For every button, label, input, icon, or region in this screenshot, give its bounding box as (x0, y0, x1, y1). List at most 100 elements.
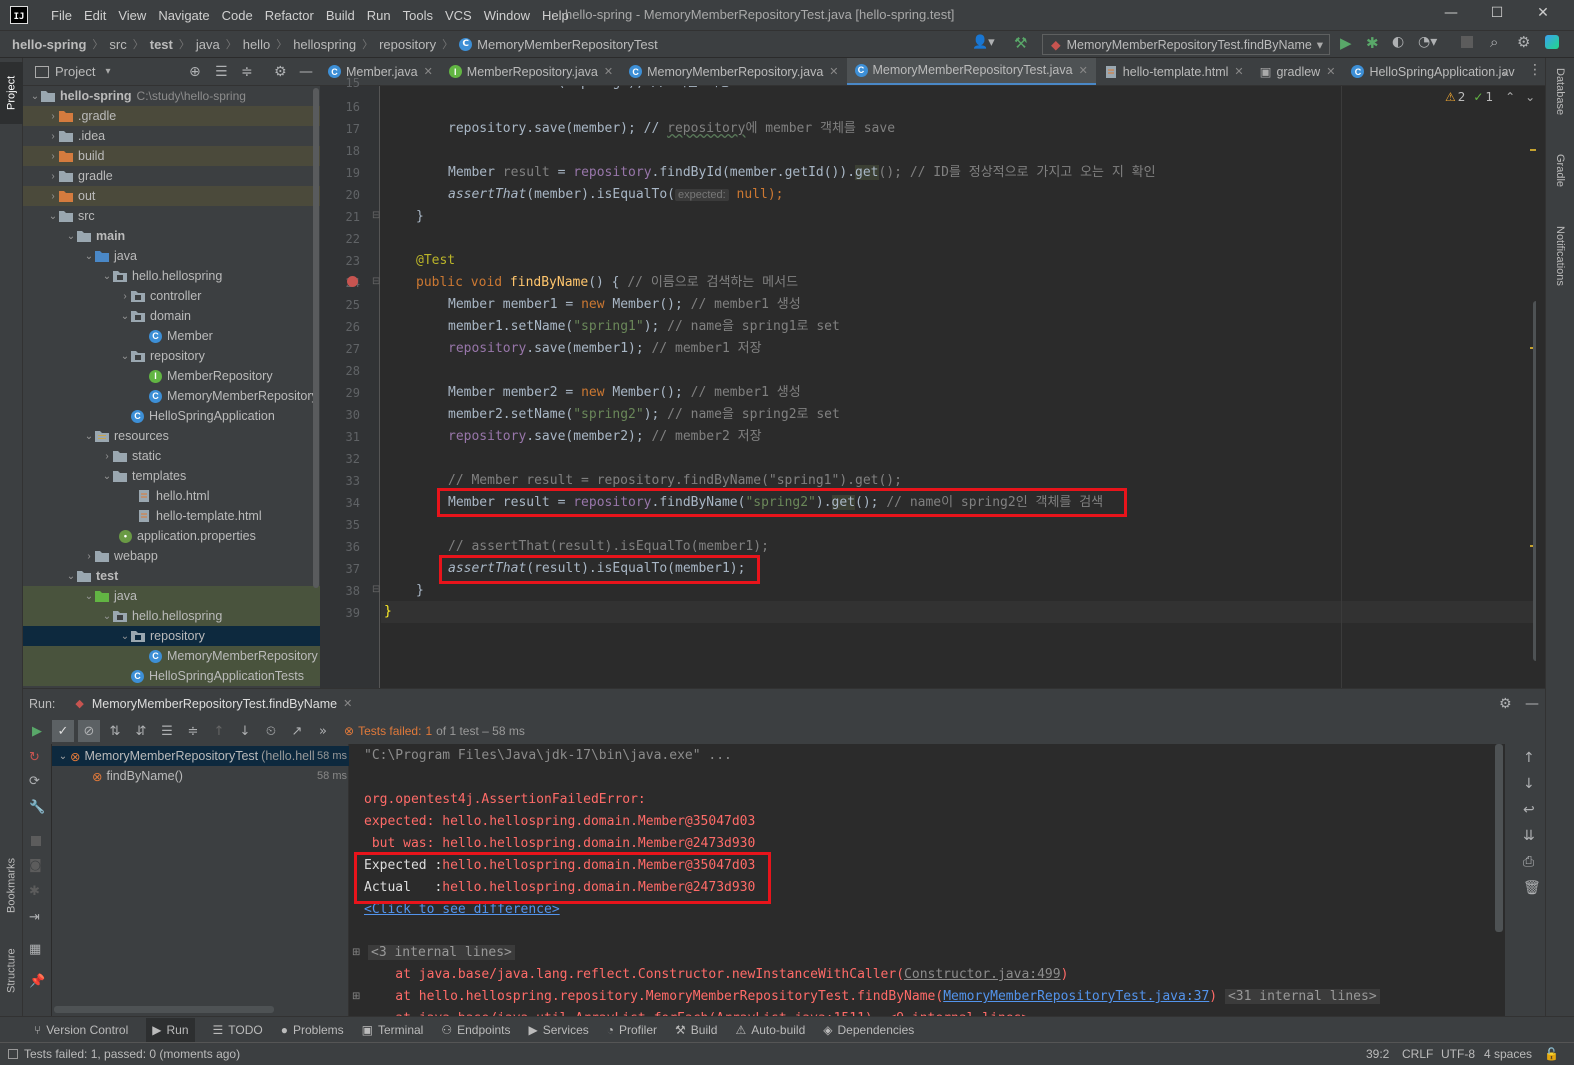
next-highlight-icon[interactable]: ⌄ (1525, 90, 1535, 104)
console-output[interactable]: "C:\Program Files\Java\jdk-17\bin\java.e… (350, 744, 1505, 1016)
next-failed-icon[interactable]: ↓ (234, 720, 256, 742)
wrench-icon[interactable]: 🔧 (29, 800, 45, 815)
collapse-all-icon[interactable]: ≑ (182, 720, 204, 742)
tree-item-static[interactable]: › static (23, 446, 320, 466)
caret-position[interactable]: 39:2 (1366, 1047, 1389, 1061)
maximize-icon[interactable]: ☐ (1487, 5, 1507, 25)
tab-hello-template-html[interactable]: hello-template.html ✕ (1096, 58, 1252, 85)
fold-icon[interactable]: ⊟ (372, 210, 380, 221)
coverage-icon[interactable]: ◐ (1392, 34, 1404, 50)
run-settings-gear-icon[interactable]: ⚙ (1499, 696, 1512, 712)
tree-item-main-java[interactable]: ⌄ java (23, 246, 320, 266)
menu-build[interactable]: Build (320, 8, 361, 23)
close-run-tab-icon[interactable]: ✕ (343, 697, 352, 710)
tab-list-chevron-icon[interactable]: ⌄ (1500, 64, 1510, 78)
tree-item-application-properties[interactable]: • application.properties (23, 526, 320, 546)
tree-item-idea[interactable]: › .idea (23, 126, 320, 146)
test-suite-row[interactable]: ⌄ ⊗ MemoryMemberRepositoryTest (hello.he… (52, 746, 349, 766)
editor-scrollbar[interactable] (1533, 301, 1536, 661)
tree-item-gradle[interactable]: › gradle (23, 166, 320, 186)
menu-view[interactable]: View (112, 8, 152, 23)
scroll-down-icon[interactable]: ↓ (1523, 776, 1535, 792)
intellij-logo-icon[interactable]: IJ (10, 6, 28, 24)
indent-setting[interactable]: 4 spaces (1484, 1047, 1532, 1061)
code-editor[interactable]: member.setName("spring"); // 이름 지정 repos… (381, 86, 1536, 688)
soft-wrap-icon[interactable]: ↩ (1523, 802, 1535, 818)
tree-item-build[interactable]: › build (23, 146, 320, 166)
search-icon[interactable]: ⌕ (1490, 33, 1498, 51)
sort-duration-icon[interactable]: ⇵ (130, 720, 152, 742)
tool-tab-todo[interactable]: ☰ TODO (213, 1023, 263, 1037)
stop-icon[interactable] (1461, 36, 1473, 48)
console-scrollbar[interactable] (1495, 744, 1503, 932)
run-icon[interactable]: ▶ (1340, 34, 1352, 52)
tool-tab-gradle[interactable]: Gradle (1550, 154, 1570, 210)
jetbrains-icon[interactable] (1545, 35, 1559, 49)
scroll-up-icon[interactable]: ↑ (1523, 750, 1535, 766)
close-icon[interactable]: ✕ (1533, 5, 1553, 25)
tree-item-hello-html[interactable]: hello.html (23, 486, 320, 506)
tree-item-test-package[interactable]: ⌄ hello.hellospring (23, 606, 320, 626)
tool-tab-run[interactable]: ▶ Run (146, 1017, 195, 1042)
tool-tab-version-control[interactable]: ⑂ Version Control (34, 1023, 128, 1037)
more-actions-icon[interactable]: » (312, 720, 334, 742)
expand-fold-icon[interactable]: ⊞ (352, 991, 360, 1002)
tree-item-test[interactable]: ⌄ test (23, 566, 320, 586)
tree-item-templates[interactable]: ⌄ templates (23, 466, 320, 486)
toggle-auto-test-icon[interactable]: ⟳ (29, 774, 40, 789)
pin-icon[interactable]: 📌 (29, 974, 45, 989)
tree-item-test-repository[interactable]: ⌄ repository (23, 626, 320, 646)
file-encoding[interactable]: UTF-8 (1441, 1047, 1475, 1061)
minimize-icon[interactable]: — (1441, 5, 1461, 25)
menu-edit[interactable]: Edit (78, 8, 112, 23)
menu-code[interactable]: Code (216, 8, 259, 23)
settings-gear-icon[interactable]: ⚙ (1517, 33, 1530, 51)
tab-hello-spring-application[interactable]: C HelloSpringApplication.jav (1343, 58, 1522, 85)
close-tab-icon[interactable]: ✕ (1326, 65, 1335, 78)
breadcrumb-test[interactable]: test (150, 37, 173, 52)
chevron-down-icon[interactable]: ▾ (105, 66, 110, 77)
console-internal-lines-1[interactable]: <3 internal lines> (368, 942, 515, 964)
more-options-icon[interactable]: ⋮ (1528, 62, 1542, 78)
tool-tab-profiler[interactable]: ◔ Profiler (607, 1023, 657, 1037)
hide-run-panel-icon[interactable]: — (1525, 696, 1539, 712)
sort-alpha-icon[interactable]: ⇅ (104, 720, 126, 742)
stop-icon[interactable] (31, 836, 41, 846)
tree-item-hello-template-html[interactable]: hello-template.html (23, 506, 320, 526)
tree-item-memory-member-repository[interactable]: C MemoryMemberRepository (23, 386, 320, 406)
breadcrumb-test-class[interactable]: MemoryMemberRepositoryTest (477, 37, 658, 52)
close-tab-icon[interactable]: ✕ (1234, 65, 1243, 78)
gear-icon[interactable]: ⚙ (274, 64, 287, 80)
previous-highlight-icon[interactable]: ⌃ (1505, 90, 1515, 104)
breadcrumb-project[interactable]: hello-spring (12, 37, 86, 52)
export-results-icon[interactable]: ↗ (286, 720, 308, 742)
menu-tools[interactable]: Tools (397, 8, 439, 23)
tree-item-gradle-hidden[interactable]: › .gradle (23, 106, 320, 126)
tree-item-resources[interactable]: ⌄ resources (23, 426, 320, 446)
tool-tab-auto-build[interactable]: ⚠ Auto-build (735, 1023, 805, 1037)
tree-item-domain[interactable]: ⌄ domain (23, 306, 320, 326)
tree-item-memory-member-repository-test[interactable]: C MemoryMemberRepository (23, 646, 320, 666)
project-panel-title[interactable]: Project (55, 64, 95, 79)
menu-file[interactable]: File (45, 8, 78, 23)
tree-item-main[interactable]: ⌄ main (23, 226, 320, 246)
fold-icon[interactable]: ⊟ (372, 584, 380, 595)
close-tab-icon[interactable]: ✕ (1079, 64, 1088, 77)
scroll-to-end-icon[interactable]: ⇊ (1523, 828, 1535, 844)
test-tree-scrollbar[interactable] (54, 1006, 274, 1013)
breadcrumb-hellospring[interactable]: hellospring (293, 37, 356, 52)
status-toggle-icon[interactable] (8, 1049, 18, 1059)
project-scrollbar[interactable] (313, 88, 319, 588)
fold-icon[interactable]: ⊟ (372, 276, 380, 287)
status-message[interactable]: Tests failed: 1, passed: 0 (moments ago) (24, 1047, 240, 1061)
line-separator[interactable]: CRLF (1402, 1047, 1433, 1061)
close-tab-icon[interactable]: ✕ (424, 65, 433, 78)
user-icon[interactable]: 👤▾ (972, 35, 995, 50)
tree-item-controller[interactable]: › controller (23, 286, 320, 306)
menu-refactor[interactable]: Refactor (259, 8, 320, 23)
inspection-widget[interactable]: ⚠ 2 ✓ 1 ⌃ ⌄ (1445, 90, 1535, 104)
tool-tab-endpoints[interactable]: ⚇ Endpoints (441, 1023, 510, 1037)
profile-icon[interactable]: ◔▾ (1418, 34, 1437, 50)
tree-item-out[interactable]: › out (23, 186, 320, 206)
tree-item-src[interactable]: ⌄ src (23, 206, 320, 226)
